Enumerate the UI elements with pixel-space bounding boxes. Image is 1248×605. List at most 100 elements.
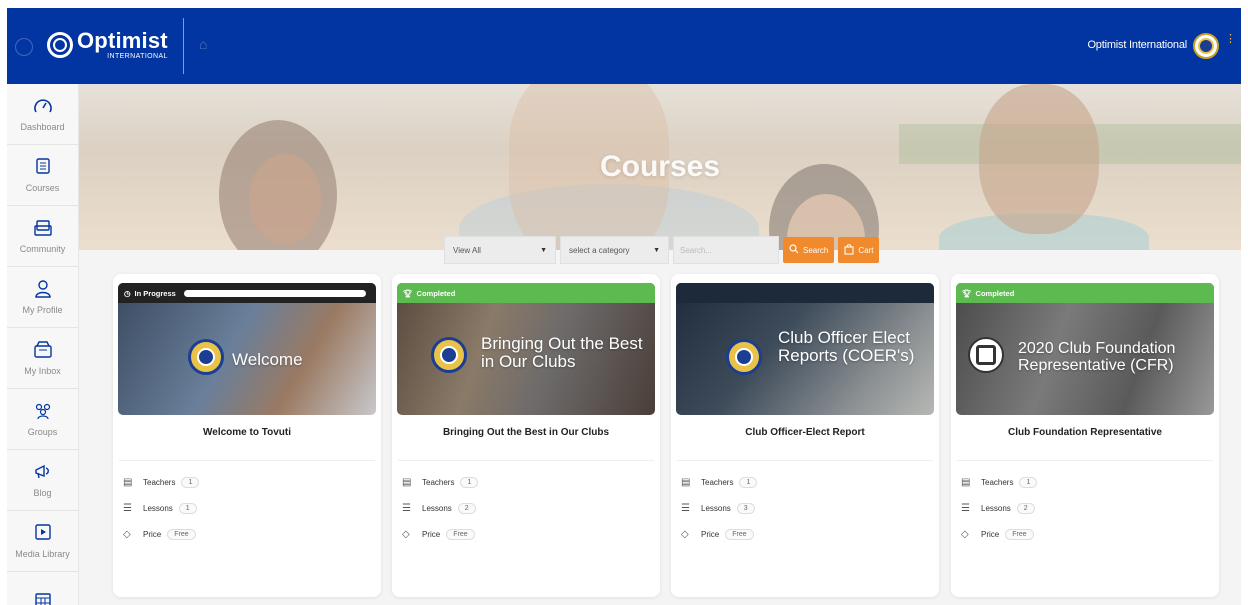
megaphone-icon: [34, 463, 52, 485]
status-badge: 🏆︎ Completed: [397, 283, 655, 303]
price-row: ◇ Price Free: [402, 529, 475, 540]
lessons-count: 2: [457, 503, 476, 514]
status-label: Completed: [975, 288, 1015, 298]
sidebar-item-courses[interactable]: Courses: [7, 145, 78, 206]
sidebar-item-label: My Inbox: [24, 365, 61, 376]
status-label: Completed: [416, 288, 456, 298]
cart-bag-icon: [844, 243, 854, 257]
price-row: ◇ Price Free: [123, 529, 196, 540]
price-value: Free: [1005, 529, 1034, 540]
sidebar-item-calendar[interactable]: [7, 572, 78, 605]
apps-grid-icon[interactable]: ⋮⋮: [1225, 34, 1241, 50]
teachers-count: 1: [460, 477, 479, 488]
sidebar-item-media-library[interactable]: Media Library: [7, 511, 78, 572]
search-button[interactable]: Search: [783, 237, 835, 263]
progress-bar: [183, 289, 366, 297]
optimist-seal-icon: [47, 32, 73, 58]
teachers-row: ▤ Teachers 1: [681, 477, 758, 488]
lessons-list-icon: ☰: [123, 503, 132, 514]
trophy-icon: 🏆︎: [962, 288, 972, 298]
media-icon: [34, 523, 51, 546]
teachers-count: 1: [739, 477, 758, 488]
stopwatch-icon: ◷: [124, 288, 131, 298]
course-filter-bar: View All ▼ select a category ▼ Search...…: [444, 235, 880, 265]
price-tag-icon: ◇: [123, 529, 131, 540]
lessons-list-icon: ☰: [402, 503, 411, 514]
trophy-icon: 🏆︎: [403, 288, 413, 298]
sidebar-item-blog[interactable]: Blog: [7, 450, 78, 511]
sidebar-item-my-profile[interactable]: My Profile: [7, 267, 78, 328]
sidebar-item-my-inbox[interactable]: My Inbox: [7, 328, 78, 389]
teacher-board-icon: ▤: [402, 477, 412, 488]
cart-button-label: Cart: [858, 245, 874, 255]
hero-banner: Courses: [79, 84, 1241, 250]
gauge-icon: [33, 97, 53, 119]
view-select[interactable]: View All ▼: [444, 236, 556, 264]
status-badge: 🏆︎ Completed: [956, 283, 1214, 303]
chevron-down-icon: ▼: [653, 246, 660, 254]
teacher-board-icon: ▤: [961, 477, 971, 488]
teacher-board-icon: ▤: [123, 477, 133, 488]
sidebar-item-label: Dashboard: [20, 121, 65, 132]
sidebar-item-label: My Profile: [22, 304, 63, 315]
sidebar-item-label: Media Library: [15, 548, 70, 559]
view-select-value: View All: [453, 245, 481, 255]
optimist-seal-icon: [431, 337, 467, 373]
home-icon[interactable]: ⌂: [199, 36, 207, 52]
lessons-count: 3: [736, 503, 755, 514]
brand-logo[interactable]: Optimist INTERNATIONAL: [47, 30, 168, 60]
avatar[interactable]: [1193, 33, 1219, 59]
community-icon: [33, 219, 52, 241]
teachers-count: 1: [1019, 477, 1038, 488]
app-window: Optimist INTERNATIONAL ⌂ Optimist Intern…: [7, 8, 1241, 605]
course-title[interactable]: Club Foundation Representative: [951, 427, 1219, 438]
category-select[interactable]: select a category ▼: [560, 236, 669, 264]
sidebar-item-label: Groups: [27, 426, 58, 437]
course-thumbnail[interactable]: ◷ In Progress Welcome: [118, 283, 376, 415]
brand-subtitle: INTERNATIONAL: [107, 53, 168, 60]
teachers-row: ▤ Teachers 1: [402, 477, 479, 488]
calendar-icon: [34, 592, 51, 605]
course-card[interactable]: 🏆︎ Completed Bringing Out the Best in Ou…: [392, 274, 660, 597]
chevron-down-icon: ▼: [540, 246, 547, 254]
lessons-row: ☰ Lessons 2: [402, 503, 476, 514]
courses-icon: [35, 157, 51, 180]
lessons-count: 1: [178, 503, 197, 514]
price-row: ◇ Price Free: [961, 529, 1034, 540]
price-row: ◇ Price Free: [681, 529, 754, 540]
search-button-label: Search: [803, 245, 829, 255]
teachers-count: 1: [181, 477, 200, 488]
price-value: Free: [446, 529, 475, 540]
course-card[interactable]: 🏆︎ Completed 2020 Club Foundation Repres…: [951, 274, 1219, 597]
course-thumbnail[interactable]: Club Officer Elect Reports (COER's): [676, 283, 934, 415]
user-name[interactable]: Optimist International: [1087, 39, 1187, 51]
profile-icon: [34, 279, 51, 302]
sidebar-item-dashboard[interactable]: Dashboard: [7, 84, 78, 145]
lessons-row: ☰ Lessons 2: [961, 503, 1035, 514]
course-title[interactable]: Club Officer-Elect Report: [671, 427, 939, 438]
status-badge: ◷ In Progress: [118, 283, 376, 303]
sidebar: Dashboard Courses Community My Profile M…: [7, 84, 79, 605]
menu-toggle-icon[interactable]: [15, 38, 33, 56]
search-icon: [789, 244, 799, 256]
course-card[interactable]: Club Officer Elect Reports (COER's) Club…: [671, 274, 939, 597]
groups-icon: [33, 402, 53, 424]
sidebar-item-groups[interactable]: Groups: [7, 389, 78, 450]
sidebar-item-community[interactable]: Community: [7, 206, 78, 267]
top-bar: Optimist INTERNATIONAL ⌂ Optimist Intern…: [7, 8, 1241, 84]
thumbnail-title: Club Officer Elect Reports (COER's): [778, 328, 915, 365]
teachers-row: ▤ Teachers 1: [123, 477, 200, 488]
course-title[interactable]: Welcome to Tovuti: [113, 427, 381, 438]
course-title[interactable]: Bringing Out the Best in Our Clubs: [392, 427, 660, 438]
search-input[interactable]: Search...: [673, 236, 779, 264]
optimist-seal-icon: [188, 339, 224, 375]
category-select-value: select a category: [569, 245, 630, 255]
course-thumbnail[interactable]: 🏆︎ Completed 2020 Club Foundation Repres…: [956, 283, 1214, 415]
cart-button[interactable]: Cart: [838, 237, 880, 263]
thumbnail-title: Bringing Out the Best in Our Clubs: [481, 334, 643, 371]
lessons-count: 2: [1016, 503, 1035, 514]
header-divider: [183, 18, 184, 74]
course-card[interactable]: ◷ In Progress Welcome Welcome to Tovuti …: [113, 274, 381, 597]
course-thumbnail[interactable]: 🏆︎ Completed Bringing Out the Best in Ou…: [397, 283, 655, 415]
foundation-seal-icon: [968, 337, 1004, 373]
